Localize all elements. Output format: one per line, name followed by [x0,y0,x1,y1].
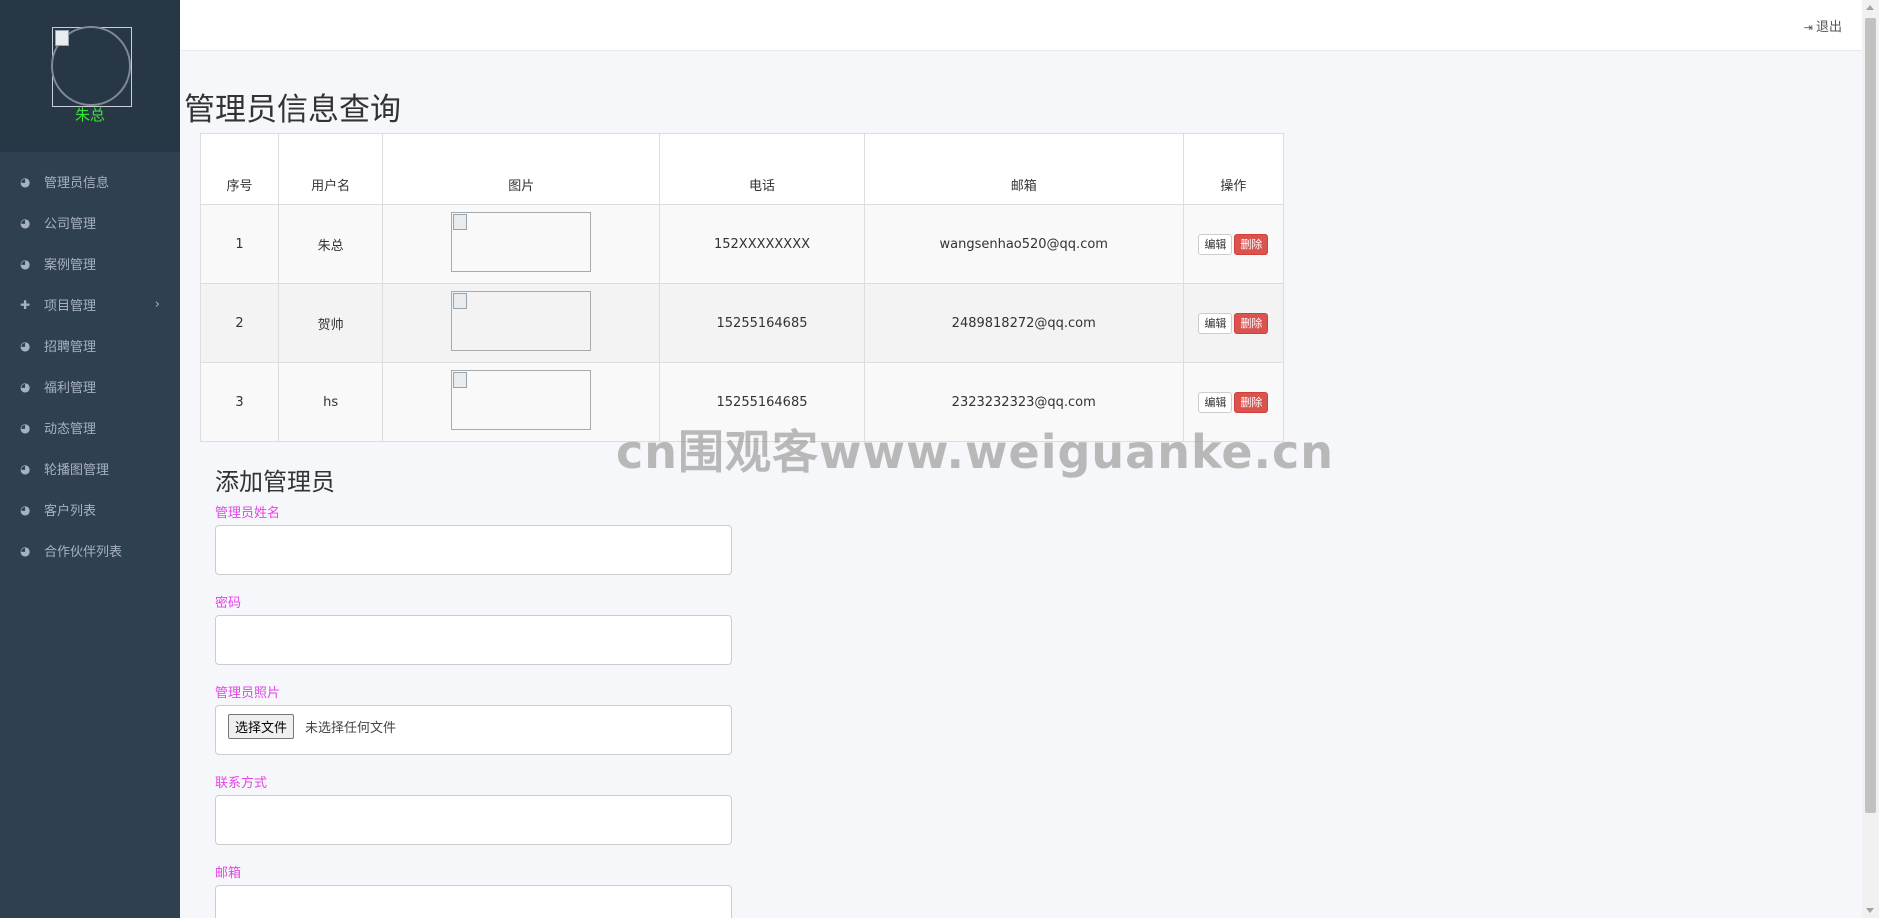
sidebar-item-admin-info[interactable]: ◕ 管理员信息 [0,161,180,202]
photo-file-input: 选择文件 未选择任何文件 [215,705,732,755]
dashboard-icon: ◕ [20,215,31,230]
column-header: 电话 [659,133,865,205]
dashboard-icon: ◕ [20,420,31,435]
broken-image-icon [55,30,69,46]
column-header: 序号 [199,133,280,205]
top-bar: ⇥ 退出 [180,0,1862,51]
name-label: 管理员姓名 [215,506,281,521]
vertical-scrollbar[interactable] [1862,0,1879,918]
table-row: 2 贺帅 15255164685 2489818272@qq.com 编辑 删除 [199,283,1285,363]
column-header: 图片 [382,133,661,205]
sidebar-item-label: 招聘管理 [44,340,97,355]
sidebar-item-cases[interactable]: ◕ 案例管理 [0,243,180,284]
dashboard-icon: ◕ [20,338,31,353]
sidebar-item-recruitment[interactable]: ◕ 招聘管理 [0,325,180,366]
avatar[interactable] [51,26,132,107]
sidebar-item-label: 合作伙伴列表 [44,545,123,560]
choose-file-button[interactable]: 选择文件 [228,714,295,739]
sidebar-item-customers[interactable]: ◕ 客户列表 [0,489,180,530]
cell-phone: 152XXXXXXXX [659,204,865,284]
scroll-thumb[interactable] [1865,18,1876,813]
broken-image-icon [453,372,468,388]
sidebar-item-label: 动态管理 [44,422,97,437]
pin-icon: ✚ [20,297,31,312]
cell-email: wangsenhao520@qq.com [863,204,1184,284]
sidebar-item-label: 公司管理 [44,217,97,232]
dashboard-icon: ◕ [20,174,31,189]
logout-label: 退出 [1815,20,1842,35]
watermark: cn围观客www.weiguanke.cn [616,425,1335,479]
page-title: 管理员信息查询 [184,92,401,128]
scroll-down-arrow-icon[interactable] [1866,908,1874,913]
delete-button[interactable]: 删除 [1234,233,1269,255]
broken-image-icon [453,214,468,230]
sidebar-menu: ◕ 管理员信息 ◕ 公司管理 ◕ 案例管理 ✚ 项目管理 › ◕ 招聘管理 ◕ … [0,161,180,571]
password-label: 密码 [215,596,242,611]
admin-photo [451,212,592,272]
admin-photo [451,370,592,430]
cell-actions: 编辑 删除 [1182,204,1285,284]
contact-label: 联系方式 [215,776,268,791]
dashboard-icon: ◕ [20,502,31,517]
sidebar-item-welfare[interactable]: ◕ 福利管理 [0,366,180,407]
cell-phone: 15255164685 [659,283,865,363]
cell-username: hs [278,362,384,442]
sidebar-item-company[interactable]: ◕ 公司管理 [0,202,180,243]
sidebar-item-label: 案例管理 [44,258,97,273]
sidebar-item-partners[interactable]: ◕ 合作伙伴列表 [0,530,180,571]
cell-index: 1 [199,204,280,284]
email-input[interactable] [215,885,732,918]
sidebar-item-label: 管理员信息 [44,176,110,191]
chevron-right-icon: › [154,297,160,312]
password-input[interactable] [215,615,732,665]
profile-name: 朱总 [74,106,105,124]
cell-index: 3 [199,362,280,442]
edit-button[interactable]: 编辑 [1198,312,1233,334]
sidebar-item-label: 福利管理 [44,381,97,396]
name-input[interactable] [215,525,732,575]
edit-button[interactable]: 编辑 [1198,391,1233,413]
sidebar: 朱总 ◕ 管理员信息 ◕ 公司管理 ◕ 案例管理 ✚ 项目管理 › ◕ 招聘管理… [0,0,180,918]
cell-username: 贺帅 [278,283,384,363]
file-status: 未选择任何文件 [305,721,397,736]
edit-button[interactable]: 编辑 [1198,233,1233,255]
scroll-up-arrow-icon[interactable] [1866,5,1874,10]
admin-table: 序号 用户名 图片 电话 邮箱 操作 1 朱总 152XXXXXXXX wang… [199,133,1285,442]
cell-actions: 编辑 删除 [1182,283,1285,363]
cell-index: 2 [199,283,280,363]
cell-username: 朱总 [278,204,384,284]
sidebar-item-label: 项目管理 [44,299,97,314]
cell-photo [382,283,661,363]
table-header-row: 序号 用户名 图片 电话 邮箱 操作 [199,133,1285,205]
dashboard-icon: ◕ [20,461,31,476]
dashboard-icon: ◕ [20,379,31,394]
sidebar-item-projects[interactable]: ✚ 项目管理 › [0,284,180,325]
sidebar-item-label: 客户列表 [44,504,97,519]
profile-panel: 朱总 [0,0,180,152]
form-title: 添加管理员 [215,468,335,496]
email-label: 邮箱 [215,866,242,881]
logout-link[interactable]: ⇥ 退出 [1804,16,1842,35]
table-row: 1 朱总 152XXXXXXXX wangsenhao520@qq.com 编辑… [199,204,1285,284]
column-header: 操作 [1182,133,1285,205]
column-header: 邮箱 [863,133,1184,205]
cell-photo [382,204,661,284]
broken-image-icon [453,293,468,309]
sign-out-icon: ⇥ [1803,21,1813,34]
sidebar-item-label: 轮播图管理 [44,463,110,478]
dashboard-icon: ◕ [20,256,31,271]
sidebar-item-news[interactable]: ◕ 动态管理 [0,407,180,448]
contact-input[interactable] [215,795,732,845]
dashboard-icon: ◕ [20,543,31,558]
admin-photo [451,291,592,351]
column-header: 用户名 [278,133,384,205]
delete-button[interactable]: 删除 [1234,312,1269,334]
photo-label: 管理员照片 [215,686,281,701]
cell-email: 2489818272@qq.com [863,283,1184,363]
sidebar-item-carousel[interactable]: ◕ 轮播图管理 [0,448,180,489]
delete-button[interactable]: 删除 [1234,391,1269,413]
